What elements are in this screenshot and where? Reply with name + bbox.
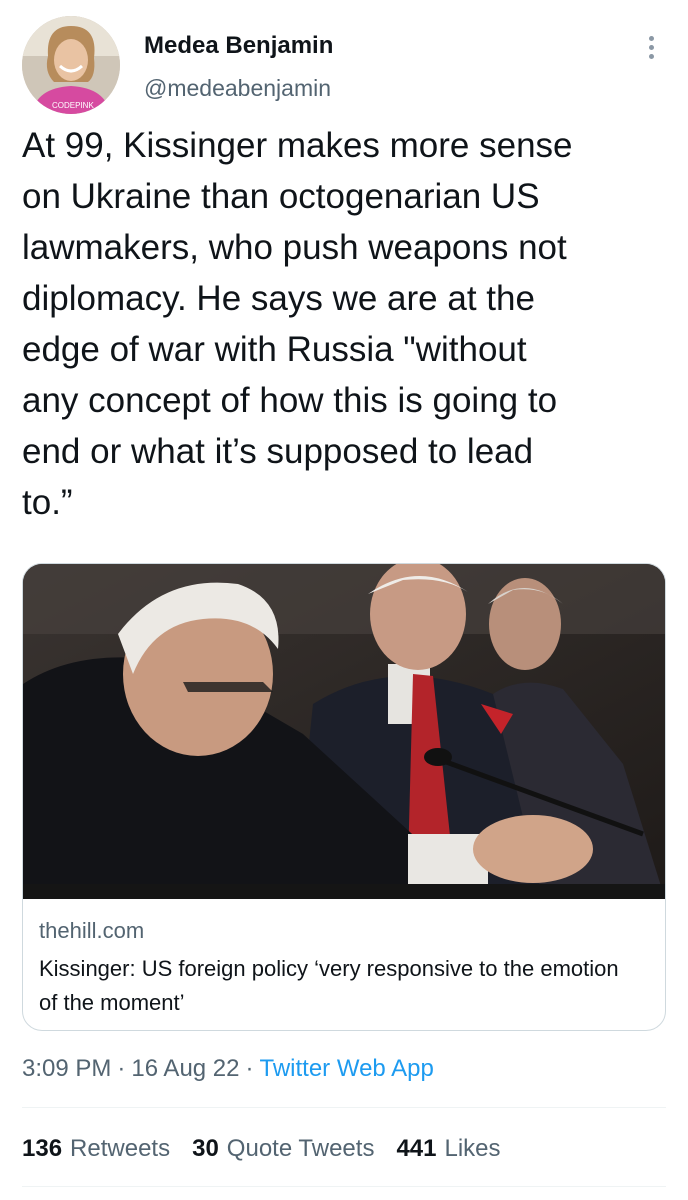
link-card-domain: thehill.com: [39, 918, 145, 943]
author-avatar[interactable]: CODEPINK: [22, 16, 120, 114]
tweet-meta: 3:09 PM · 16 Aug 22 · Twitter Web App: [22, 1055, 434, 1082]
author-display-name[interactable]: Medea Benjamin: [144, 32, 333, 60]
divider: [22, 1107, 666, 1108]
more-options-button[interactable]: [634, 28, 668, 66]
tweet-stats: 136 Retweets 30 Quote Tweets 441 Likes: [22, 1134, 501, 1164]
tweet-source-link[interactable]: Twitter Web App: [260, 1055, 434, 1082]
link-card-image[interactable]: [23, 564, 665, 899]
quote-tweets-stat[interactable]: 30 Quote Tweets: [192, 1134, 374, 1164]
link-card-title: Kissinger: US foreign policy ‘very respo…: [39, 956, 619, 1015]
retweets-stat[interactable]: 136 Retweets: [22, 1134, 170, 1164]
tweet-date[interactable]: 16 Aug 22: [131, 1055, 239, 1082]
author-handle[interactable]: @medeabenjamin: [144, 74, 331, 102]
avatar-shirt-text: CODEPINK: [52, 101, 94, 110]
tweet-text: At 99, Kissinger makes more sense on Ukr…: [22, 126, 573, 522]
more-horizontal-icon: [648, 35, 654, 41]
link-card[interactable]: thehill.com Kissinger: US foreign policy…: [22, 563, 666, 1031]
likes-stat[interactable]: 441 Likes: [396, 1134, 500, 1164]
tweet-time[interactable]: 3:09 PM: [22, 1055, 111, 1082]
divider: [22, 1186, 666, 1187]
